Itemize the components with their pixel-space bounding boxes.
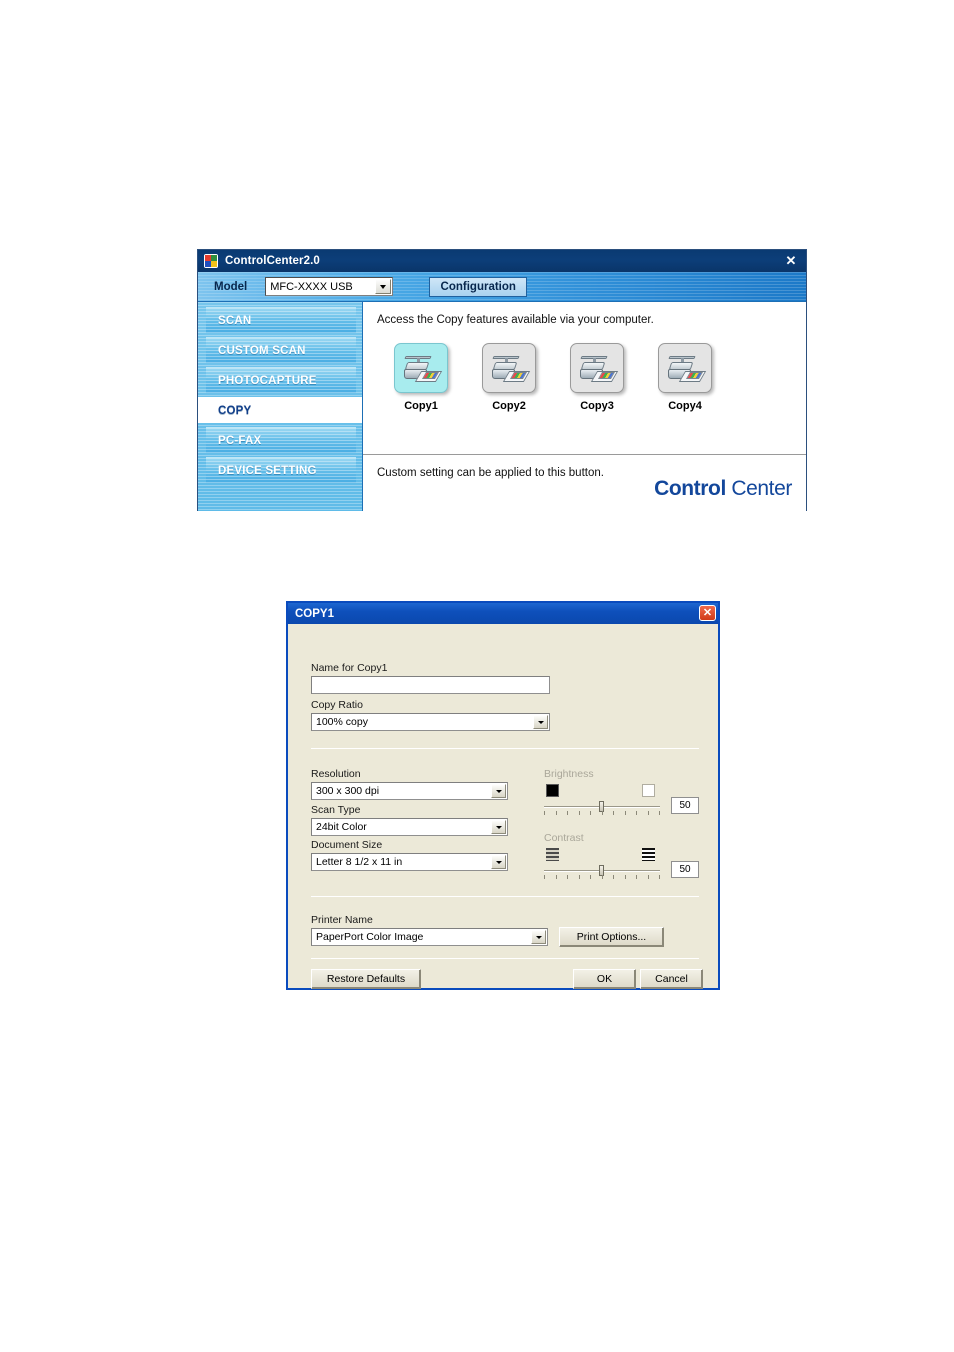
copy4-button[interactable]: Copy4 <box>655 343 715 412</box>
copy-ratio-label: Copy Ratio <box>311 699 363 711</box>
dialog-titlebar: COPY1 ✕ <box>288 603 718 624</box>
sidebar-item-label: COPY <box>218 404 252 417</box>
chevron-down-icon[interactable] <box>491 820 506 834</box>
resolution-value: 300 x 300 dpi <box>316 785 380 797</box>
document-size-label: Document Size <box>311 839 383 851</box>
brightness-label: Brightness <box>544 768 594 780</box>
close-icon[interactable]: ✕ <box>784 254 798 268</box>
model-select[interactable]: MFC-XXXX USB <box>265 277 394 296</box>
chevron-down-icon[interactable] <box>375 279 392 294</box>
model-select-value: MFC-XXXX USB <box>270 280 353 293</box>
model-label: Model <box>214 280 248 293</box>
sidebar-item-pc-fax[interactable]: PC-FAX <box>206 427 356 453</box>
content-panel: Access the Copy features available via y… <box>363 302 806 511</box>
brightness-value[interactable]: 50 <box>671 797 699 814</box>
copy-ratio-select[interactable]: 100% copy <box>311 713 550 731</box>
resolution-label: Resolution <box>311 768 361 780</box>
model-bar: Model MFC-XXXX USB Configuration <box>198 272 806 302</box>
copy4-label: Copy4 <box>668 400 702 412</box>
logo-bold-text: Control <box>654 477 726 500</box>
copy1-label: Copy1 <box>404 400 438 412</box>
brightness-dark-swatch-icon <box>546 784 559 797</box>
print-options-button[interactable]: Print Options... <box>559 927 664 947</box>
document-size-select[interactable]: Letter 8 1/2 x 11 in <box>311 853 508 871</box>
divider-bottom <box>311 958 699 959</box>
printer-icon <box>402 351 443 387</box>
contrast-label: Contrast <box>544 832 584 844</box>
sidebar-item-photocapture[interactable]: PHOTOCAPTURE <box>206 367 356 393</box>
sidebar-item-copy[interactable]: COPY <box>198 397 362 423</box>
dialog-title: COPY1 <box>295 607 334 620</box>
printer-icon <box>578 351 619 387</box>
divider-top <box>311 748 699 749</box>
scan-type-value: 24bit Color <box>316 821 367 833</box>
sidebar-item-custom-scan[interactable]: CUSTOM SCAN <box>206 337 356 363</box>
footer-panel: Custom setting can be applied to this bu… <box>363 454 806 511</box>
sidebar-item-label: PHOTOCAPTURE <box>218 374 317 387</box>
copy1-button[interactable]: Copy1 <box>391 343 451 412</box>
copy-ratio-value: 100% copy <box>316 716 368 728</box>
sidebar-item-label: CUSTOM SCAN <box>218 344 306 357</box>
copy1-tile[interactable] <box>394 343 448 393</box>
chevron-down-icon[interactable] <box>491 784 506 798</box>
logo-light-text: Center <box>725 477 792 500</box>
brightness-slider-ticks <box>544 811 660 815</box>
contrast-value[interactable]: 50 <box>671 861 699 878</box>
copy4-tile[interactable] <box>658 343 712 393</box>
controlcenter-body: SCAN CUSTOM SCAN PHOTOCAPTURE COPY PC-FA… <box>198 302 806 511</box>
brightness-light-swatch-icon <box>642 784 655 797</box>
name-for-copy1-label: Name for Copy1 <box>311 662 388 674</box>
copy3-tile[interactable] <box>570 343 624 393</box>
scan-type-label: Scan Type <box>311 804 361 816</box>
printer-icon <box>666 351 707 387</box>
controlcenter-logo: Control Center <box>654 477 792 501</box>
printer-icon <box>490 351 531 387</box>
scan-type-select[interactable]: 24bit Color <box>311 818 508 836</box>
copy2-button[interactable]: Copy2 <box>479 343 539 412</box>
restore-defaults-button[interactable]: Restore Defaults <box>311 969 421 989</box>
sidebar-item-device-setting[interactable]: DEVICE SETTING <box>206 457 356 483</box>
sidebar-item-label: PC-FAX <box>218 434 262 447</box>
contrast-high-swatch-icon <box>642 848 655 861</box>
controlcenter-titlebar: ControlCenter2.0 ✕ <box>198 250 806 272</box>
printer-name-label: Printer Name <box>311 914 373 926</box>
sidebar-item-scan[interactable]: SCAN <box>206 307 356 333</box>
close-icon[interactable]: ✕ <box>699 605 716 621</box>
copy3-label: Copy3 <box>580 400 614 412</box>
cancel-button[interactable]: Cancel <box>640 969 703 989</box>
controlcenter-window: ControlCenter2.0 ✕ Model MFC-XXXX USB Co… <box>197 249 807 511</box>
ok-button[interactable]: OK <box>573 969 636 989</box>
sidebar-item-label: DEVICE SETTING <box>218 464 317 477</box>
intro-text: Access the Copy features available via y… <box>377 314 654 326</box>
copy3-button[interactable]: Copy3 <box>567 343 627 412</box>
window-title: ControlCenter2.0 <box>225 255 320 267</box>
divider-middle <box>311 896 699 897</box>
contrast-slider-ticks <box>544 875 660 879</box>
controlcenter-app-icon <box>204 254 218 268</box>
chevron-down-icon[interactable] <box>491 855 506 869</box>
name-for-copy1-input[interactable] <box>311 676 550 694</box>
copy1-dialog: COPY1 ✕ Name for Copy1 Copy Ratio 100% c… <box>286 601 720 990</box>
contrast-low-swatch-icon <box>546 848 559 861</box>
copy2-tile[interactable] <box>482 343 536 393</box>
dialog-body: Name for Copy1 Copy Ratio 100% copy Reso… <box>288 624 718 990</box>
copy2-label: Copy2 <box>492 400 526 412</box>
sidebar: SCAN CUSTOM SCAN PHOTOCAPTURE COPY PC-FA… <box>198 302 363 511</box>
copy-buttons-row: Copy1 Copy2 Copy3 Copy4 <box>377 343 806 412</box>
chevron-down-icon[interactable] <box>533 715 548 729</box>
document-size-value: Letter 8 1/2 x 11 in <box>316 856 403 868</box>
resolution-select[interactable]: 300 x 300 dpi <box>311 782 508 800</box>
printer-name-select[interactable]: PaperPort Color Image <box>311 928 548 946</box>
configuration-button[interactable]: Configuration <box>429 276 528 297</box>
chevron-down-icon[interactable] <box>531 930 546 944</box>
sidebar-item-label: SCAN <box>218 314 252 327</box>
printer-name-value: PaperPort Color Image <box>316 931 424 943</box>
